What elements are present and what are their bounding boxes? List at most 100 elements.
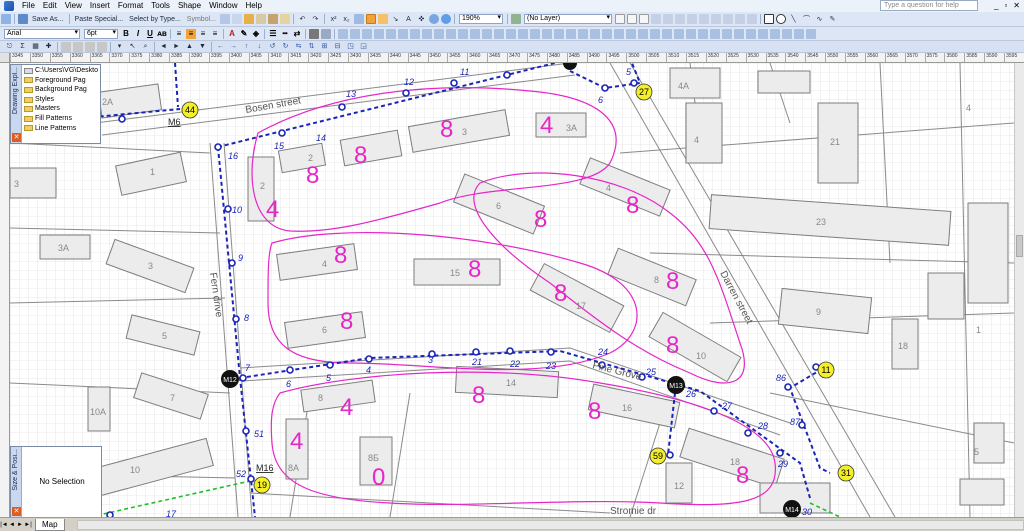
fill-color-icon[interactable]: ◈ [251,29,261,39]
action-33-icon[interactable] [722,28,732,39]
menu-help[interactable]: Help [242,0,266,12]
layer-option-4-icon[interactable] [650,14,661,24]
panel-close-icon[interactable]: ✕ [12,507,21,516]
prev-page-icon[interactable]: ◄ [8,520,16,530]
menu-tools[interactable]: Tools [147,0,174,12]
horizontal-scrollbar[interactable] [76,519,1024,530]
line-color-icon[interactable]: ✎ [239,29,249,39]
layer-option-1-icon[interactable] [614,14,625,24]
layer-option-8-icon[interactable] [698,14,709,24]
action-14-icon[interactable] [494,28,504,39]
underline-button[interactable]: U [145,29,155,39]
align-left-icon[interactable]: ≡ [174,29,184,39]
line-weight-icon[interactable]: ☰ [268,29,278,39]
bold-button[interactable]: B [121,29,131,39]
tree-item-background-pages[interactable]: Background Pag [24,85,100,95]
action-23-icon[interactable] [602,28,612,39]
shadow-icon[interactable] [309,28,319,39]
action-11-icon[interactable] [458,28,468,39]
arc-tool-icon[interactable]: ⌒ [801,14,812,25]
copy-icon[interactable] [255,14,266,24]
tool-a-icon[interactable] [61,41,71,52]
font-combo[interactable]: Arial [4,28,80,39]
action-3-icon[interactable] [362,28,372,39]
cut-icon[interactable] [243,14,254,24]
tree-item-foreground-pages[interactable]: Foreground Pag [24,76,100,86]
new-icon[interactable] [1,14,11,24]
layer-option-9-icon[interactable] [710,14,721,24]
paste-icon[interactable] [267,14,278,24]
action-38-icon[interactable] [782,28,792,39]
undo-icon[interactable]: ↶ [297,14,308,25]
last-page-icon[interactable]: ►| [24,520,32,530]
line-tool-icon[interactable]: ↘ [390,14,401,25]
style-icon[interactable]: ✚ [43,41,54,52]
layer-option-6-icon[interactable] [674,14,685,24]
action-24-icon[interactable] [614,28,624,39]
restore-icon[interactable]: ▫ [1004,1,1007,11]
rotate-right-icon[interactable]: ↻ [280,41,291,52]
tree-item-fill-patterns[interactable]: Fill Patterns [24,114,100,124]
save-as-button[interactable]: Save As... [30,14,66,25]
pointer-tool-icon[interactable] [365,14,376,24]
action-21-icon[interactable] [578,28,588,39]
line-pattern-icon[interactable]: ┅ [280,29,290,39]
action-9-icon[interactable] [434,28,444,39]
action-39-icon[interactable] [794,28,804,39]
action-40-icon[interactable] [806,28,816,39]
action-37-icon[interactable] [770,28,780,39]
menu-edit[interactable]: Edit [39,0,61,12]
action-6-icon[interactable] [398,28,408,39]
menu-view[interactable]: View [61,0,86,12]
layer-option-3-icon[interactable] [638,14,649,24]
insert-shape-icon[interactable] [353,14,364,24]
first-page-icon[interactable]: |◄ [0,520,8,530]
arrow-down-icon[interactable]: ▼ [197,41,208,52]
action-26-icon[interactable] [638,28,648,39]
action-5-icon[interactable] [386,28,396,39]
layer-option-11-icon[interactable] [734,14,745,24]
action-29-icon[interactable] [674,28,684,39]
font-size-combo[interactable]: 6pt [84,28,118,39]
arrow-right-icon[interactable]: ► [171,41,182,52]
ungroup-icon[interactable]: ⊟ [332,41,343,52]
action-8-icon[interactable] [422,28,432,39]
vertical-scroll-thumb[interactable] [1016,235,1023,257]
nudge-right-icon[interactable]: → [228,41,239,52]
dropdown-arrow-icon[interactable]: ▾ [114,41,125,52]
layer-properties-icon[interactable] [510,14,521,24]
action-10-icon[interactable] [446,28,456,39]
superscript-icon[interactable]: x² [328,14,339,25]
action-4-icon[interactable] [374,28,384,39]
action-17-icon[interactable] [530,28,540,39]
web-icon[interactable] [428,14,439,24]
action-27-icon[interactable] [650,28,660,39]
exit-icon[interactable]: ⎋ [4,41,15,52]
layer-combo[interactable]: (No Layer) [523,14,612,24]
action-34-icon[interactable] [734,28,744,39]
next-page-icon[interactable]: ► [16,520,24,530]
nudge-up-icon[interactable]: ↑ [241,41,252,52]
layer-option-10-icon[interactable] [722,14,733,24]
action-18-icon[interactable] [542,28,552,39]
send-back-icon[interactable]: ◲ [358,41,369,52]
menu-format[interactable]: Format [114,0,147,12]
layer-option-12-icon[interactable] [746,14,757,24]
symbol-button[interactable]: Symbol... [185,14,218,25]
action-31-icon[interactable] [698,28,708,39]
rotate-left-icon[interactable]: ↺ [267,41,278,52]
drawing-canvas[interactable]: Bosen street Fern drive Darren street Pi… [10,63,1014,517]
pencil-tool-icon[interactable]: ✎ [827,14,838,25]
action-22-icon[interactable] [590,28,600,39]
layer-option-2-icon[interactable] [626,14,637,24]
menu-shape[interactable]: Shape [174,0,205,12]
zoom-icon[interactable]: ⌕ [140,41,151,52]
select-by-type-button[interactable]: Select by Type... [127,14,183,25]
help-search-input[interactable]: Type a question for help [880,0,978,11]
flip-vertical-icon[interactable]: ⇅ [306,41,317,52]
line-ends-icon[interactable]: ⇄ [292,29,302,39]
drawing-explorer-title[interactable]: Drawing Expl... [11,65,22,143]
nudge-down-icon[interactable]: ↓ [254,41,265,52]
paste-special-button[interactable]: Paste Special... [73,14,126,25]
vertical-scrollbar[interactable] [1014,63,1024,517]
